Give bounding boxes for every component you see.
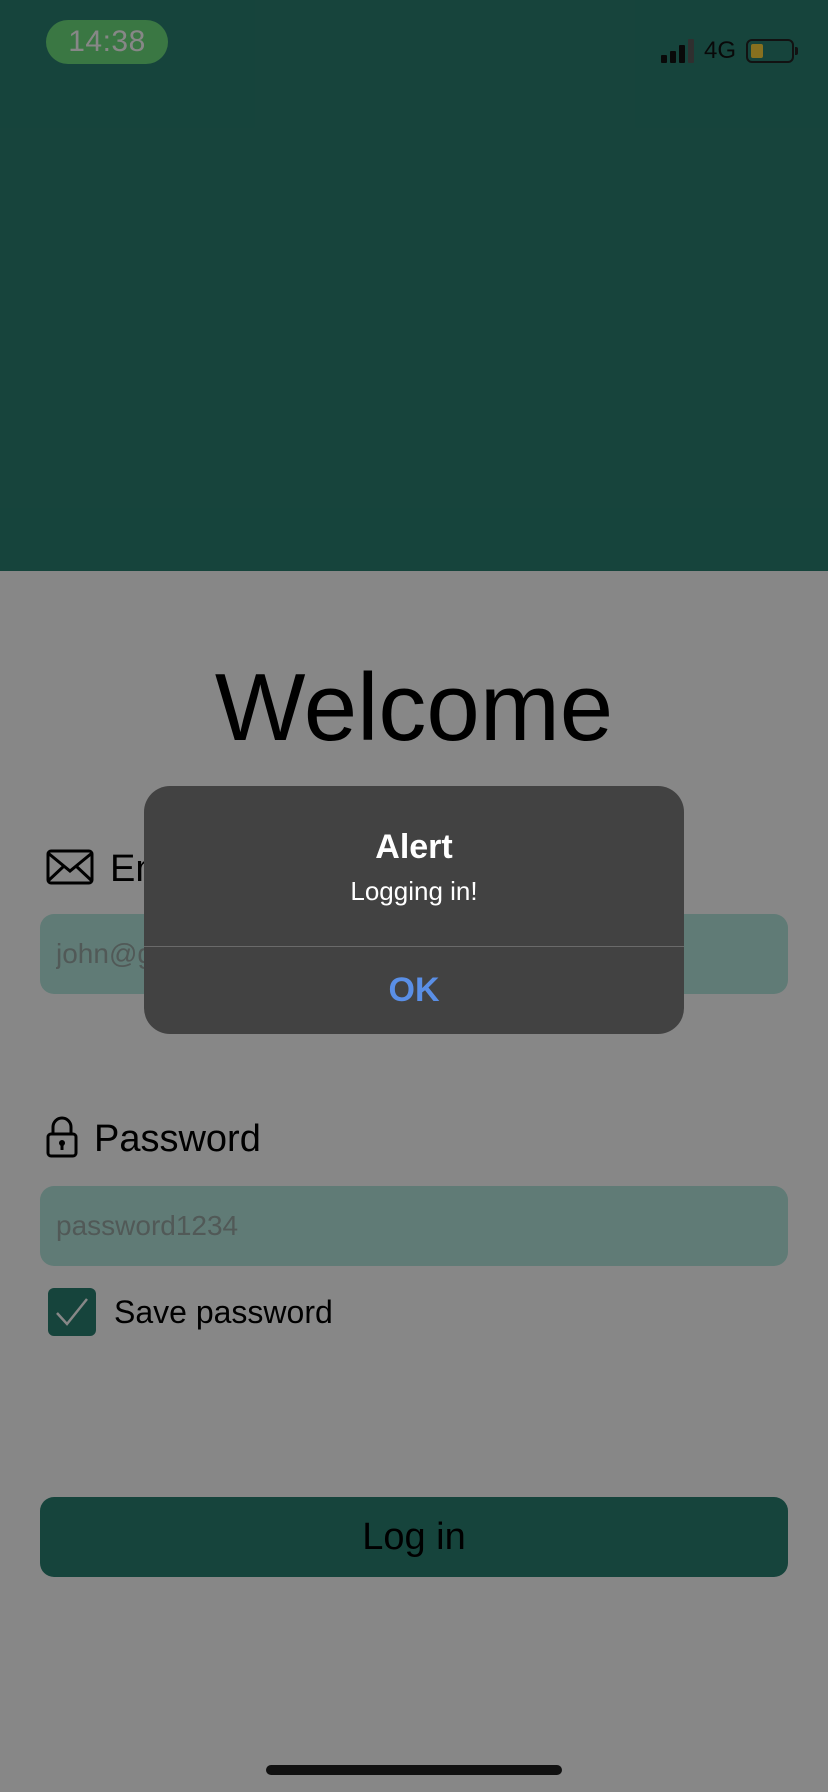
alert-message: Logging in! bbox=[350, 876, 478, 906]
alert-title: Alert bbox=[375, 828, 453, 866]
alert-ok-button[interactable]: OK bbox=[144, 947, 684, 1034]
home-indicator[interactable] bbox=[266, 1765, 562, 1775]
login-screen: 14:38 4G Welcome Email Password bbox=[0, 0, 828, 1792]
alert-dialog: Alert Logging in! OK bbox=[144, 786, 684, 1034]
